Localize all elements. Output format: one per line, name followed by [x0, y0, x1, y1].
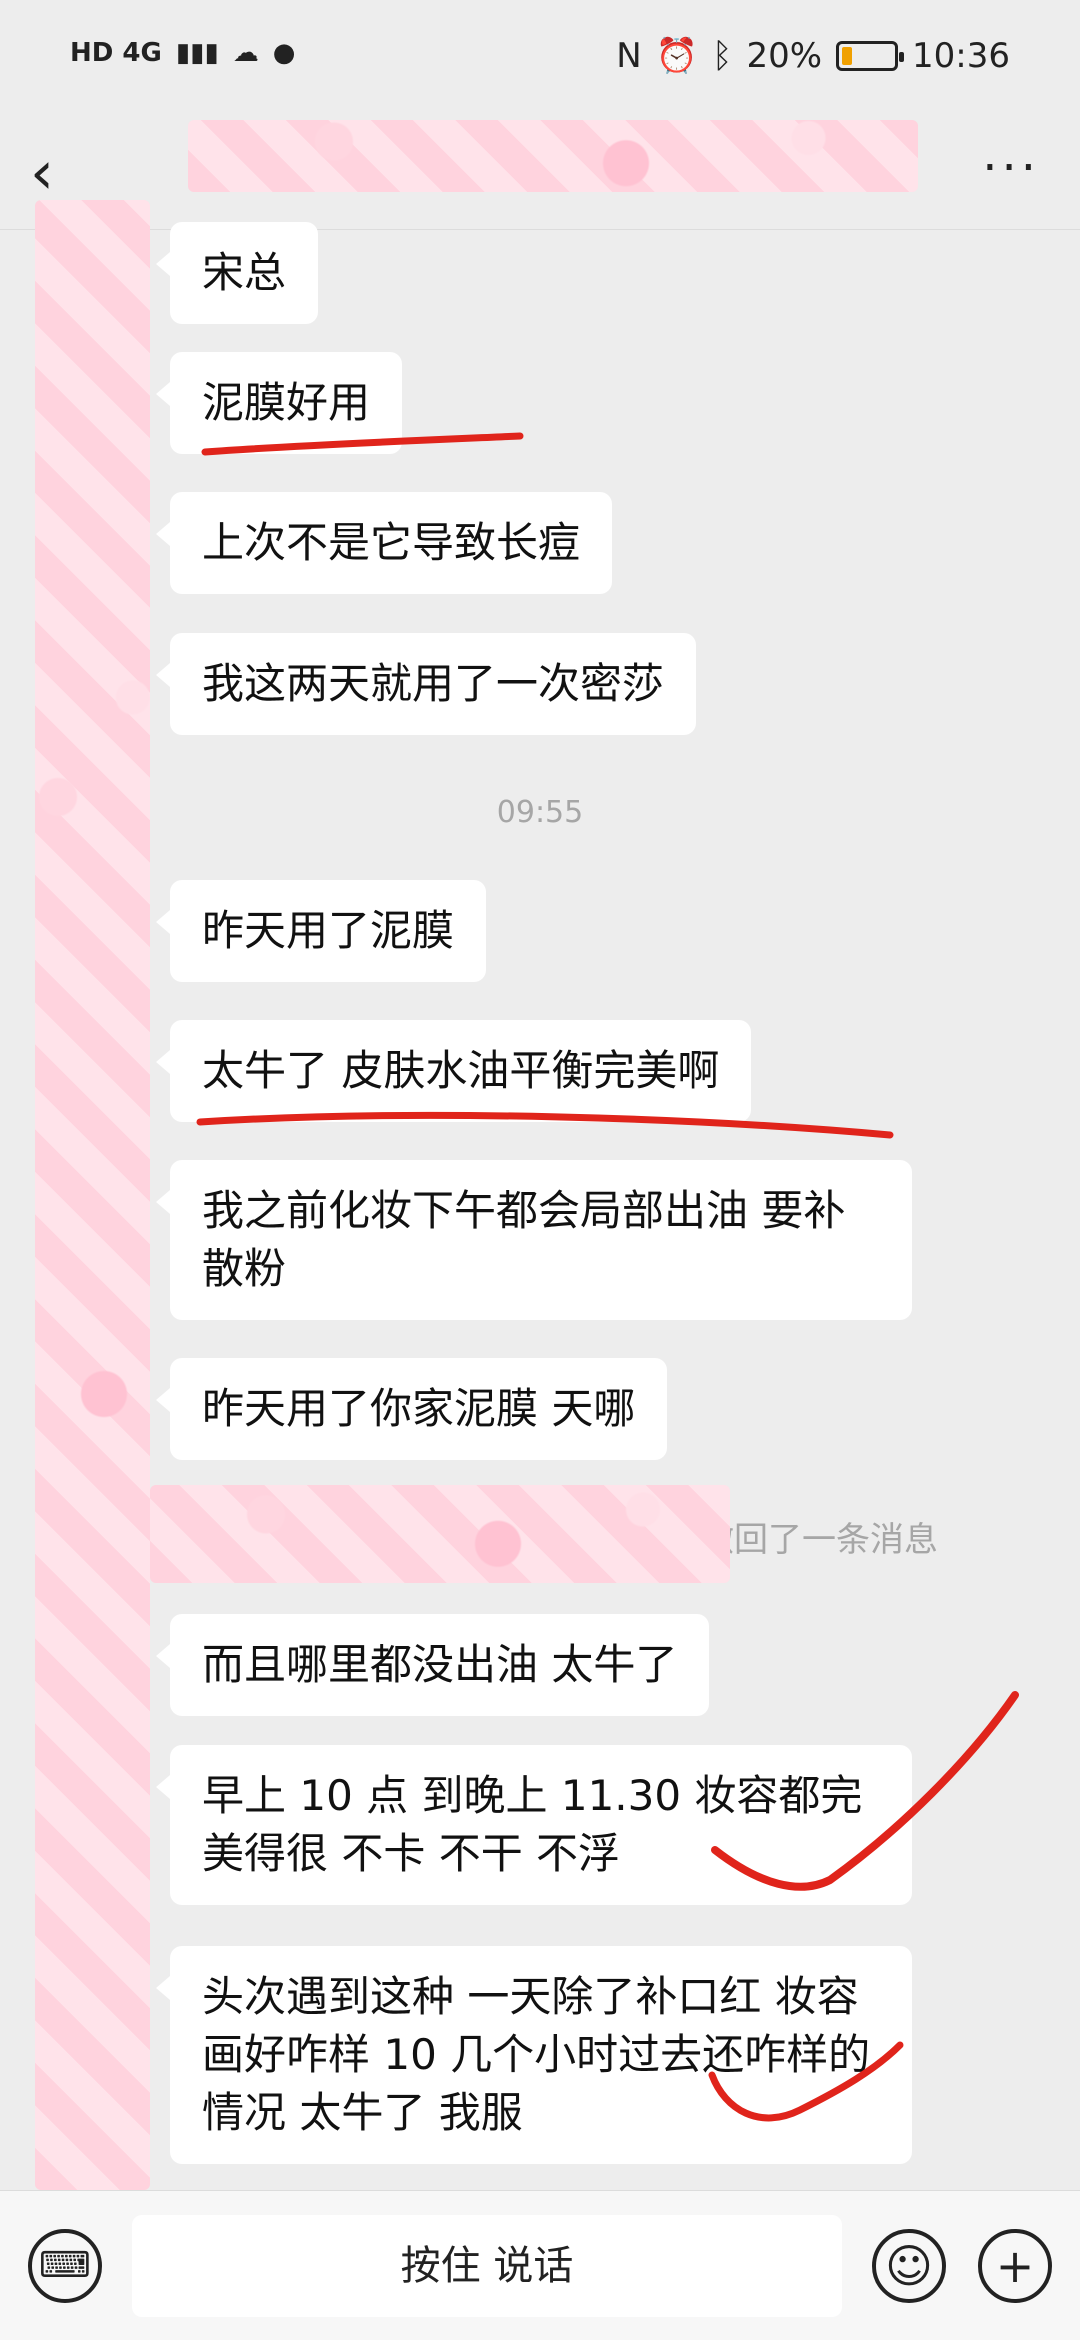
chat-title-mosaic — [188, 120, 918, 192]
alarm-icon: ⏰ — [655, 36, 699, 76]
signal-bars-icon: ▮▮▮ — [175, 38, 219, 68]
timestamp: 09:55 — [496, 795, 584, 830]
battery-icon — [836, 41, 905, 71]
status-right: N ⏰ ᛒ 20% 10:36 — [616, 36, 1010, 76]
message-bubble[interactable]: 我这两天就用了一次密莎 — [155, 633, 697, 735]
input-bar: ⌨ 按住 说话 ☺ + — [0, 2190, 1080, 2340]
avatar-mosaic — [35, 200, 150, 2190]
message-bubble[interactable]: 昨天用了你家泥膜 天哪 — [155, 1358, 668, 1460]
message-bubble[interactable]: 我之前化妆下午都会局部出油 要补散粉 — [156, 1160, 912, 1320]
bluetooth-icon: ᛒ — [712, 36, 733, 76]
message-bubble[interactable]: 太牛了 皮肤水油平衡完美啊 — [155, 1020, 752, 1122]
battery-percent: 20% — [746, 36, 823, 76]
hold-to-talk-button[interactable]: 按住 说话 — [132, 2215, 842, 2317]
recall-mosaic — [150, 1485, 730, 1583]
status-left: HD 4G ▮▮▮ ☁ ● — [70, 38, 295, 68]
keyboard-icon[interactable]: ⌨ — [28, 2229, 102, 2303]
status-bar: HD 4G ▮▮▮ ☁ ● N ⏰ ᛒ 20% 10:36 — [0, 0, 1080, 120]
clock: 10:36 — [912, 36, 1010, 76]
message-bubble[interactable]: 上次不是它导致长痘 — [155, 492, 613, 594]
battery-fill — [842, 47, 853, 65]
back-icon[interactable]: ‹ — [30, 138, 90, 208]
chat-header: ‹ ··· — [0, 120, 1080, 230]
nfc-icon: N — [616, 36, 642, 76]
signal-info: HD 4G — [70, 38, 162, 68]
message-bubble[interactable]: 昨天用了泥膜 — [155, 880, 487, 982]
cloud-icon: ☁ — [232, 38, 259, 68]
message-bubble[interactable]: 宋总 — [155, 222, 319, 324]
recall-notice: 撤回了一条消息 — [700, 1520, 938, 1560]
message-icon: ● — [272, 38, 296, 68]
message-bubble[interactable]: 而且哪里都没出油 太牛了 — [155, 1614, 710, 1716]
message-bubble[interactable]: 头次遇到这种 一天除了补口红 妆容画好咋样 10 几个小时过去还咋样的情况 太牛… — [156, 1946, 912, 2164]
emoji-icon[interactable]: ☺ — [872, 2229, 946, 2303]
plus-icon[interactable]: + — [978, 2229, 1052, 2303]
more-icon[interactable]: ··· — [982, 138, 1040, 198]
message-bubble[interactable]: 早上 10 点 到晚上 11.30 妆容都完美得很 不卡 不干 不浮 — [156, 1745, 912, 1905]
message-bubble[interactable]: 泥膜好用 — [155, 352, 403, 454]
